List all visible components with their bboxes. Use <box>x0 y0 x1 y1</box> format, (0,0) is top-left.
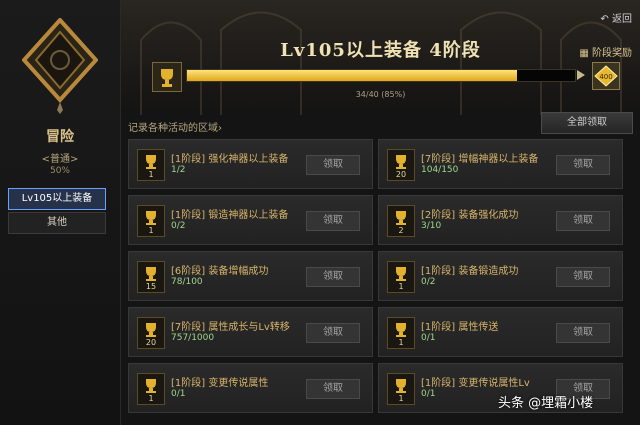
area-label: 记录各种活动的区域› <box>128 119 222 134</box>
trophy-icon: 1 <box>387 373 415 405</box>
trophy-icon: 20 <box>387 149 415 181</box>
main-panel: ↶ 返回 Lv105以上装备 4阶段 ▦ 阶段奖励 400 34/40 (85%… <box>121 0 640 425</box>
trophy-icon: 1 <box>387 261 415 293</box>
task-name: [6阶段] 装备增幅成功 <box>171 266 269 277</box>
task-card: 1 [1阶段] 变更传说属性 0/1 领取 <box>128 363 373 413</box>
task-stage-count: 1 <box>398 338 404 347</box>
task-card: 20 [7阶段] 属性成长与Lv转移 757/1000 领取 <box>128 307 373 357</box>
claim-button[interactable]: 领取 <box>306 379 360 399</box>
watermark: 头条 @埋霜小楼 <box>498 396 594 411</box>
task-name: [1阶段] 强化神器以上装备 <box>171 154 289 165</box>
reward-gift-icon[interactable]: 400 <box>592 62 620 90</box>
task-card: 1 [1阶段] 装备锻造成功 0/2 领取 <box>378 251 623 301</box>
adventure-emblem-icon <box>22 18 98 114</box>
task-stage-count: 1 <box>148 226 154 235</box>
area-label-text: 记录各种活动的区域 <box>128 123 218 134</box>
trophy-icon: 1 <box>137 373 165 405</box>
claim-all-button[interactable]: 全部领取 <box>541 112 633 134</box>
header: ↶ 返回 Lv105以上装备 4阶段 ▦ 阶段奖励 400 34/40 (85%… <box>121 0 640 115</box>
stage-reward-label: 阶段奖励 <box>592 48 632 59</box>
task-progress: 1/2 <box>171 165 186 175</box>
task-progress: 104/150 <box>421 165 459 175</box>
progress-arrow-icon <box>577 70 585 80</box>
task-card: 15 [6阶段] 装备增幅成功 78/100 领取 <box>128 251 373 301</box>
task-name: [1阶段] 变更传说属性Lv <box>421 378 530 389</box>
sidebar-item-other[interactable]: 其他 <box>8 212 106 234</box>
task-progress: 0/2 <box>421 277 436 287</box>
task-stage-count: 1 <box>148 170 154 179</box>
task-progress: 757/1000 <box>171 333 215 343</box>
trophy-icon: 20 <box>137 317 165 349</box>
task-progress: 3/10 <box>421 221 442 231</box>
back-icon: ↶ <box>600 14 609 25</box>
task-name: [7阶段] 属性成长与Lv转移 <box>171 322 290 333</box>
stage-reward-button[interactable]: ▦ 阶段奖励 <box>579 44 632 59</box>
task-name: [7阶段] 增幅神器以上装备 <box>421 154 539 165</box>
task-stage-count: 20 <box>395 170 407 179</box>
task-stage-count: 1 <box>398 394 404 403</box>
task-stage-count: 2 <box>398 226 404 235</box>
sidebar-item-lv105-equipment[interactable]: Lv105以上装备 <box>8 188 106 210</box>
trophy-icon <box>152 62 182 92</box>
sidebar: 冒险 <普通> 50% Lv105以上装备 其他 <box>0 0 121 425</box>
task-stage-count: 20 <box>145 338 157 347</box>
trophy-icon: 15 <box>137 261 165 293</box>
task-name: [1阶段] 变更传说属性 <box>171 378 269 389</box>
task-stage-count: 1 <box>148 394 154 403</box>
claim-button[interactable]: 领取 <box>306 211 360 231</box>
task-card: 1 [1阶段] 属性传送 0/1 领取 <box>378 307 623 357</box>
task-name: [2阶段] 装备强化成功 <box>421 210 519 221</box>
claim-button[interactable]: 领取 <box>306 155 360 175</box>
task-card: 1 [1阶段] 锻造神器以上装备 0/2 领取 <box>128 195 373 245</box>
trophy-icon: 1 <box>137 205 165 237</box>
task-stage-count: 1 <box>398 282 404 291</box>
task-name: [1阶段] 属性传送 <box>421 322 499 333</box>
chevron-right-icon: › <box>218 123 222 134</box>
task-card: 1 [1阶段] 强化神器以上装备 1/2 领取 <box>128 139 373 189</box>
category-title: 冒险 <box>46 129 74 145</box>
task-progress: 0/1 <box>421 333 436 343</box>
task-progress: 78/100 <box>171 277 203 287</box>
stage-progress-bar <box>186 69 576 82</box>
task-progress: 0/1 <box>421 389 436 399</box>
gift-badge-text: 400 <box>599 73 612 81</box>
stage-progress-fill <box>187 70 517 81</box>
claim-button[interactable]: 领取 <box>556 211 610 231</box>
category-subtitle: <普通> <box>41 154 79 165</box>
category-percent: 50% <box>49 166 70 176</box>
page-title: Lv105以上装备 4阶段 <box>280 40 481 61</box>
task-stage-count: 15 <box>145 282 157 291</box>
task-name: [1阶段] 锻造神器以上装备 <box>171 210 289 221</box>
trophy-icon: 1 <box>387 317 415 349</box>
task-card: 20 [7阶段] 增幅神器以上装备 104/150 领取 <box>378 139 623 189</box>
back-button[interactable]: ↶ 返回 <box>600 10 632 25</box>
task-name: [1阶段] 装备锻造成功 <box>421 266 519 277</box>
trophy-icon: 2 <box>387 205 415 237</box>
trophy-icon: 1 <box>137 149 165 181</box>
back-label: 返回 <box>612 14 632 25</box>
stage-reward-icon: ▦ <box>579 48 589 59</box>
task-progress: 0/1 <box>171 389 186 399</box>
claim-button[interactable]: 领取 <box>556 267 610 287</box>
task-progress: 0/2 <box>171 221 186 231</box>
claim-button[interactable]: 领取 <box>556 323 610 343</box>
progress-text: 34/40 (85%) <box>355 90 406 99</box>
task-card: 2 [2阶段] 装备强化成功 3/10 领取 <box>378 195 623 245</box>
claim-button[interactable]: 领取 <box>306 323 360 343</box>
claim-button[interactable]: 领取 <box>556 155 610 175</box>
claim-button[interactable]: 领取 <box>306 267 360 287</box>
